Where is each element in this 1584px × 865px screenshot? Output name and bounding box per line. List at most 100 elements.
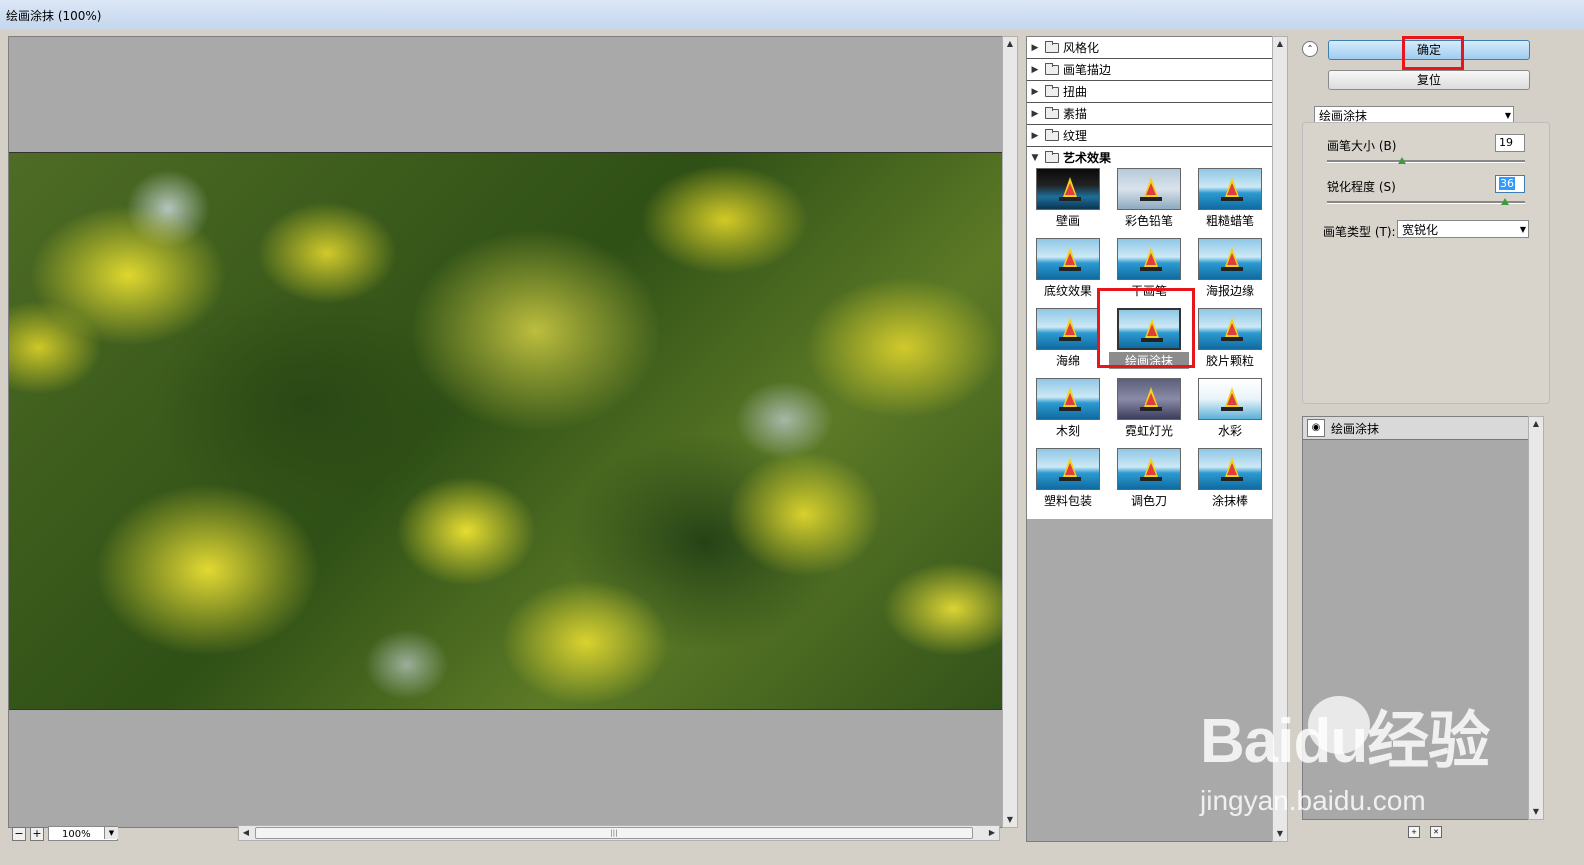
- title-bar: 绘画涂抹 (100%): [0, 0, 1584, 31]
- filter-thumbnail-image: [1036, 378, 1100, 420]
- filter-thumbnail-image: [1198, 308, 1262, 350]
- filter-thumbnail-image: [1036, 448, 1100, 490]
- filter-parameters: 画笔大小 (B) 19 锐化程度 (S) 36 画笔类型 (T): 宽锐化 ▼: [1302, 122, 1550, 404]
- filter-label: 彩色铅笔: [1124, 214, 1173, 228]
- eye-visibility-icon[interactable]: ◉: [1307, 419, 1325, 437]
- zoom-level-value: 100%: [62, 829, 91, 840]
- folder-sketch[interactable]: ▶ 素描: [1027, 103, 1273, 125]
- preview-vertical-scrollbar[interactable]: ▲ ▼: [1002, 36, 1018, 828]
- brush-size-slider-track[interactable]: [1327, 160, 1525, 163]
- new-effect-layer-icon[interactable]: +: [1408, 826, 1420, 838]
- expand-triangle-icon[interactable]: ▶: [1029, 131, 1041, 141]
- filter-thumb-film-grain[interactable]: 胶片颗粒: [1190, 308, 1270, 378]
- filter-thumb-rough-pastels[interactable]: 粗糙蜡笔: [1190, 168, 1270, 238]
- sharpness-input[interactable]: 36: [1495, 175, 1525, 193]
- preview-canvas[interactable]: [8, 36, 1004, 828]
- filter-thumb-neon-glow[interactable]: 霓虹灯光: [1109, 378, 1189, 448]
- filter-thumbnail-image: [1198, 378, 1262, 420]
- effect-layer-row[interactable]: ◉ 绘画涂抹: [1303, 417, 1529, 440]
- filter-label: 绘画涂抹: [1109, 352, 1189, 369]
- folder-icon: [1045, 40, 1059, 53]
- horizontal-scroll-thumb[interactable]: |||: [255, 827, 973, 839]
- folder-stylize[interactable]: ▶ 风格化: [1027, 37, 1273, 59]
- expand-triangle-icon[interactable]: ▶: [1029, 43, 1041, 53]
- filter-thumb-sponge[interactable]: 海绵: [1028, 308, 1108, 378]
- filter-thumbnail-image: [1117, 448, 1181, 490]
- reset-button[interactable]: 复位: [1328, 70, 1530, 90]
- sharpness-slider-track[interactable]: [1327, 201, 1525, 204]
- collapse-triangle-icon[interactable]: ▼: [1029, 153, 1041, 163]
- folder-icon: [1045, 84, 1059, 97]
- folder-label: 素描: [1063, 107, 1088, 121]
- filter-label: 粗糙蜡笔: [1205, 214, 1254, 228]
- gallery-vertical-scrollbar[interactable]: ▲ ▼: [1272, 36, 1288, 842]
- folder-icon: [1045, 128, 1059, 141]
- filter-thumb-fresco[interactable]: 壁画: [1028, 168, 1108, 238]
- effect-layer-label: 绘画涂抹: [1331, 421, 1380, 436]
- filter-thumb-smudge-stick[interactable]: 涂抹棒: [1190, 448, 1270, 518]
- expand-triangle-icon[interactable]: ▶: [1029, 87, 1041, 97]
- expand-triangle-icon[interactable]: ▶: [1029, 109, 1041, 119]
- folder-distort[interactable]: ▶ 扭曲: [1027, 81, 1273, 103]
- filter-thumb-colored-pencil[interactable]: 彩色铅笔: [1109, 168, 1189, 238]
- filter-label: 调色刀: [1130, 494, 1167, 508]
- folder-brush-strokes[interactable]: ▶ 画笔描边: [1027, 59, 1273, 81]
- filter-thumb-watercolor[interactable]: 水彩: [1190, 378, 1270, 448]
- dropdown-arrow-icon: ▼: [1519, 225, 1526, 234]
- preview-image: [9, 152, 1003, 710]
- scroll-left-arrow-icon[interactable]: ◀: [239, 826, 253, 840]
- preview-horizontal-scrollbar[interactable]: ◀ ||| ▶: [238, 825, 1000, 841]
- filter-thumb-underpainting[interactable]: 底纹效果: [1028, 238, 1108, 308]
- expand-triangle-icon[interactable]: ▶: [1029, 65, 1041, 75]
- filter-thumb-cutout[interactable]: 木刻: [1028, 378, 1108, 448]
- folder-artistic[interactable]: ▼ 艺术效果: [1027, 147, 1273, 168]
- scroll-down-arrow-icon[interactable]: ▼: [1273, 827, 1287, 841]
- folder-label: 画笔描边: [1063, 63, 1112, 77]
- reset-button-label: 复位: [1416, 73, 1441, 87]
- scroll-down-arrow-icon[interactable]: ▼: [1529, 805, 1543, 819]
- ok-button-label: 确定: [1416, 43, 1441, 57]
- folder-label: 扭曲: [1063, 85, 1088, 99]
- sharpness-slider-knob[interactable]: [1501, 198, 1510, 205]
- filter-thumb-paint-daubs[interactable]: 绘画涂抹: [1109, 308, 1189, 378]
- filter-thumb-dry-brush[interactable]: 干画笔: [1109, 238, 1189, 308]
- window-title: 绘画涂抹 (100%): [6, 8, 102, 23]
- filter-thumb-poster-edges[interactable]: 海报边缘: [1190, 238, 1270, 308]
- filter-thumb-palette-knife[interactable]: 调色刀: [1109, 448, 1189, 518]
- filter-thumbnail-image: [1117, 168, 1181, 210]
- delete-effect-layer-icon[interactable]: ✕: [1430, 826, 1442, 838]
- zoom-in-button[interactable]: +: [30, 827, 44, 841]
- scroll-up-arrow-icon[interactable]: ▲: [1529, 417, 1543, 431]
- filter-label: 胶片颗粒: [1205, 354, 1254, 368]
- zoom-dropdown-icon[interactable]: ▼: [104, 827, 118, 839]
- brush-type-label: 画笔类型 (T):: [1323, 225, 1396, 239]
- filter-thumbnail-image: [1036, 308, 1100, 350]
- collapse-gallery-icon[interactable]: ⌃: [1302, 41, 1318, 57]
- scroll-right-arrow-icon[interactable]: ▶: [985, 826, 999, 840]
- ok-button[interactable]: 确定: [1328, 40, 1530, 60]
- filter-label: 霓虹灯光: [1124, 424, 1173, 438]
- layers-vertical-scrollbar[interactable]: ▲ ▼: [1528, 416, 1544, 820]
- folder-texture[interactable]: ▶ 纹理: [1027, 125, 1273, 147]
- brush-size-slider-knob[interactable]: [1398, 157, 1407, 164]
- brush-size-label: 画笔大小 (B): [1327, 139, 1397, 153]
- folder-label: 风格化: [1063, 41, 1100, 55]
- filter-thumb-plastic-wrap[interactable]: 塑料包装: [1028, 448, 1108, 518]
- effect-layers-panel: ◉ 绘画涂抹: [1302, 416, 1530, 820]
- filter-thumbnail-image: [1117, 378, 1181, 420]
- filter-thumbnail-image: [1036, 238, 1100, 280]
- folder-icon: [1045, 106, 1059, 119]
- filter-thumbnail-image: [1117, 308, 1181, 350]
- brush-size-input[interactable]: 19: [1495, 134, 1525, 152]
- filter-label: 塑料包装: [1043, 494, 1092, 508]
- filter-thumbnail-grid: 壁画 彩色铅笔 粗糙蜡笔 底纹效果 干画笔 海报边缘 海绵 绘画涂抹 胶片颗粒 …: [1027, 167, 1273, 519]
- zoom-out-button[interactable]: −: [12, 827, 26, 841]
- folder-label: 纹理: [1063, 129, 1088, 143]
- scroll-up-arrow-icon[interactable]: ▲: [1273, 37, 1287, 51]
- filter-thumbnail-image: [1198, 238, 1262, 280]
- scroll-up-arrow-icon[interactable]: ▲: [1003, 37, 1017, 51]
- filter-label: 水彩: [1217, 424, 1242, 438]
- filter-thumbnail-image: [1198, 448, 1262, 490]
- sharpness-label: 锐化程度 (S): [1327, 180, 1396, 194]
- brush-type-select[interactable]: 宽锐化 ▼: [1397, 220, 1529, 238]
